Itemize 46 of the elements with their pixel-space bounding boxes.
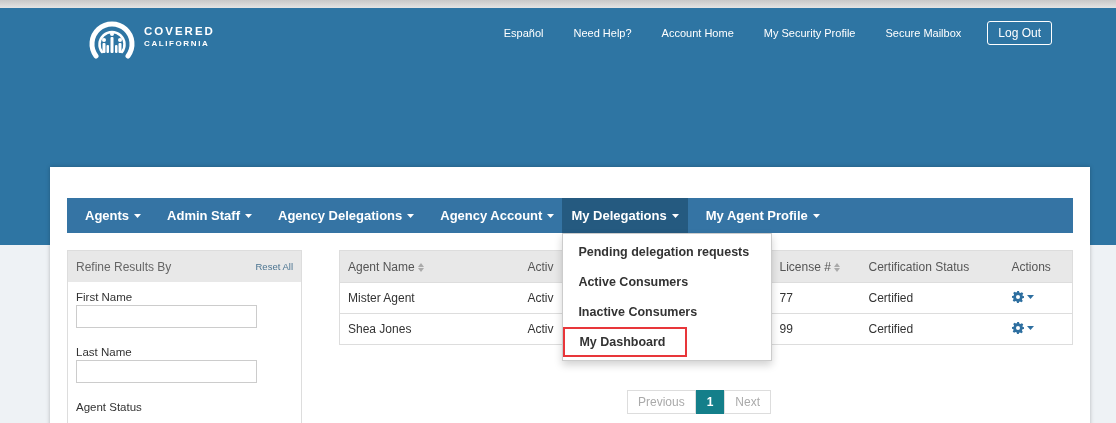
caret-icon — [547, 213, 555, 218]
reset-all-link[interactable]: Reset All — [255, 261, 293, 272]
caret-icon — [134, 213, 142, 218]
dropdown-item[interactable]: My Dashboard — [563, 327, 688, 357]
actions-menu-button[interactable] — [1011, 290, 1034, 303]
nav-menu-item[interactable]: My Delegations — [562, 198, 688, 233]
actions-menu-button[interactable] — [1011, 321, 1034, 334]
column-header: Certification Status — [860, 250, 1004, 283]
nav-menu-item[interactable]: Agents — [67, 198, 150, 233]
logo-wordmark: COVERED — [144, 26, 215, 38]
nav-menu-item[interactable]: Agency Delegations — [260, 198, 423, 233]
table-cell: Shea Jones — [339, 313, 520, 345]
table-cell: Certified — [860, 313, 1004, 345]
field-label: Last Name — [76, 346, 133, 358]
input-field[interactable] — [76, 360, 257, 383]
nav-menu-item[interactable]: Agency Account — [422, 198, 563, 233]
header-link[interactable]: Secure Mailbox — [885, 27, 962, 39]
header-link[interactable]: Account Home — [661, 27, 734, 39]
filter-title: Refine Results By — [76, 259, 172, 274]
logo-subtitle: CALIFORNIA — [144, 39, 211, 48]
settings-icon — [1011, 321, 1024, 334]
settings-icon — [1011, 290, 1024, 303]
field-label: Agent Status — [76, 401, 143, 413]
column-header[interactable]: Agent Name — [339, 250, 520, 283]
header-link[interactable]: Need Help? — [573, 27, 632, 39]
field-label: First Name — [76, 291, 134, 303]
column-header: Actions — [1003, 250, 1073, 283]
table-cell: Certified — [860, 282, 1004, 314]
caret-icon — [407, 213, 415, 218]
column-header[interactable]: License # — [771, 250, 861, 283]
header-link[interactable]: Español — [503, 27, 544, 39]
logout-button[interactable]: Log Out — [987, 21, 1052, 45]
header-link[interactable]: My Security Profile — [763, 27, 856, 39]
caret-icon — [812, 213, 820, 218]
caret-icon — [245, 213, 252, 218]
input-field[interactable] — [76, 305, 257, 328]
nav-menu-item[interactable]: Admin Staff — [149, 198, 260, 233]
caret-icon — [1026, 294, 1034, 299]
dropdown-item[interactable]: Inactive Consumers — [563, 297, 772, 327]
nav-menu-item[interactable]: My Agent Profile — [687, 198, 828, 233]
caret-icon — [671, 213, 679, 218]
page-number[interactable]: 1 — [695, 390, 725, 414]
table-cell: Mister Agent — [339, 282, 520, 314]
caret-icon — [1026, 325, 1034, 330]
table-cell: 77 — [771, 282, 861, 314]
table-cell: 99 — [771, 313, 861, 345]
